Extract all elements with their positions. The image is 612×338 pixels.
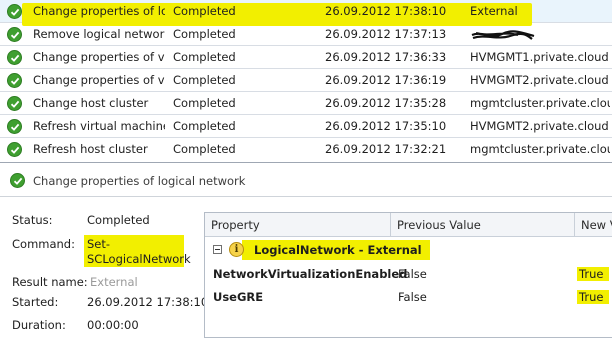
check-circle-icon [7,119,22,134]
job-row[interactable]: Change properties of vir... Completed 26… [0,46,612,69]
check-circle-icon [7,50,22,65]
command-label: Command: [12,237,75,251]
previous-value: False [398,267,427,281]
new-value: True [577,290,610,304]
property-grid: Property Previous Value New Value Logica… [204,212,612,338]
job-row[interactable]: Change host cluster Completed 26.09.2012… [0,92,612,115]
job-name: Refresh host cluster [33,142,148,156]
job-time: 26.09.2012 17:36:33 [325,50,447,64]
new-value: True [577,267,610,281]
job-target: HVMGMT1.private.cloud [470,50,609,64]
check-circle-icon [7,73,22,88]
job-name: Change properties of vir... [33,50,165,64]
check-circle-icon [10,173,25,188]
check-circle-icon [7,4,22,19]
job-time: 26.09.2012 17:38:10 [325,4,447,18]
job-status: Completed [173,27,236,41]
job-target: HVMGMT2.private.cloud [470,119,609,133]
previous-value: False [398,290,427,304]
job-time: 26.09.2012 17:32:21 [325,142,447,156]
duration-label: Duration: [12,318,66,332]
job-row[interactable]: Refresh host cluster Completed 26.09.201… [0,138,612,161]
group-label: LogicalNetwork - External [242,240,430,260]
divider [0,196,612,197]
job-target: mgmtcluster.private.cloud [470,142,610,156]
check-circle-icon [7,96,22,111]
job-row[interactable]: Change properties of vir... Completed 26… [0,69,612,92]
info-icon: i [229,242,244,257]
job-name: Remove logical network [33,27,165,41]
column-header-new[interactable]: New Value [575,213,612,237]
job-name: Refresh virtual machine... [33,119,165,133]
job-time: 26.09.2012 17:37:13 [325,27,447,41]
column-header-property[interactable]: Property [205,213,391,237]
job-time: 26.09.2012 17:36:19 [325,73,447,87]
job-time: 26.09.2012 17:35:28 [325,96,447,110]
check-circle-icon [7,142,22,157]
property-name: NetworkVirtualizationEnabled [213,267,408,281]
job-target: mgmtcluster.private.cloud [470,96,610,110]
redaction-scribble [471,30,535,40]
job-status: Completed [173,119,236,133]
job-row[interactable]: Refresh virtual machine... Completed 26.… [0,115,612,138]
job-target: External [470,4,518,18]
started-label: Started: [12,295,59,309]
check-circle-icon [7,27,22,42]
command-line-1: Set- [87,237,111,251]
command-value: Set- SCLogicalNetwork [84,235,191,267]
job-name: Change host cluster [33,96,149,110]
started-value: 26.09.2012 17:38:10 [87,295,209,309]
job-row[interactable]: Remove logical network Completed 26.09.2… [0,23,612,46]
property-name: UseGRE [213,290,264,304]
property-row[interactable]: NetworkVirtualizationEnabled False True [205,263,612,286]
duration-value: 00:00:00 [87,318,139,332]
job-target: HVMGMT2.private.cloud [470,73,609,87]
status-label: Status: [12,213,53,227]
command-line-2: SCLogicalNetwork [87,252,191,266]
property-row[interactable]: UseGRE False True [205,286,612,309]
jobs-list: Change properties of logical network Com… [0,0,612,163]
column-header-previous[interactable]: Previous Value [391,213,575,237]
status-value: Completed [87,213,150,227]
job-time: 26.09.2012 17:35:10 [325,119,447,133]
job-name: Change properties of vir... [33,73,165,87]
collapse-toggle-icon[interactable] [213,245,222,254]
grid-header: Property Previous Value New Value [205,213,612,237]
job-status: Completed [173,50,236,64]
job-status: Completed [173,73,236,87]
job-status: Completed [173,4,236,18]
detail-title: Change properties of logical network [33,174,246,188]
job-name: Change properties of logical network [33,4,165,18]
job-status: Completed [173,96,236,110]
result-name-value: External [90,275,138,289]
job-status: Completed [173,142,236,156]
detail-header: Change properties of logical network [0,170,612,192]
group-row[interactable]: LogicalNetwork - External i [205,239,612,261]
result-name-label: Result name: [12,275,88,289]
job-row[interactable]: Change properties of logical network Com… [0,0,612,26]
